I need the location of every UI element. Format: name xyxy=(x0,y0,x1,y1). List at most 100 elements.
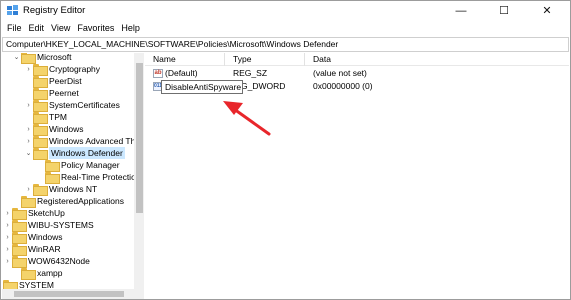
tree-item-label: SketchUp xyxy=(28,208,65,218)
tree-item-registeredapplications[interactable]: RegisteredApplications xyxy=(12,195,124,208)
maximize-icon: ☐ xyxy=(499,5,509,17)
address-bar[interactable]: Computer\HKEY_LOCAL_MACHINE\SOFTWARE\Pol… xyxy=(2,37,569,52)
window-title: Registry Editor xyxy=(23,5,86,16)
close-button[interactable]: ✕ xyxy=(525,1,569,20)
menu-view[interactable]: View xyxy=(49,23,75,33)
tree-item-label: Windows Defender xyxy=(49,147,125,159)
value-name: (Default) xyxy=(165,68,198,78)
folder-icon xyxy=(45,172,60,184)
tree-item-windows-nt[interactable]: › Windows NT xyxy=(24,183,98,196)
collapsed-chevron-icon[interactable]: › xyxy=(3,255,12,267)
tree-item-windows[interactable]: › Windows xyxy=(24,123,84,136)
menu-help[interactable]: Help xyxy=(119,23,145,33)
value-data: 0x00000000 (0) xyxy=(313,81,373,91)
tree-item-label: Windows Advanced Th xyxy=(49,136,134,146)
expanded-chevron-icon[interactable]: ⌄ xyxy=(12,53,21,63)
tree-item-wow6432node[interactable]: › WOW6432Node xyxy=(3,255,90,268)
value-type: REG_SZ xyxy=(233,68,268,78)
column-header-name[interactable]: Name xyxy=(145,53,225,66)
tree-item-real-time-protection[interactable]: Real-Time Protectio xyxy=(45,171,134,184)
tree-hscroll-thumb[interactable] xyxy=(14,291,124,297)
tree-item-tpm[interactable]: TPM xyxy=(33,111,67,124)
tree-item-systemcertificates[interactable]: › SystemCertificates xyxy=(24,99,120,112)
menu-favorites[interactable]: Favorites xyxy=(75,23,119,33)
tree-item-label: Windows NT xyxy=(49,184,98,194)
tree-item-label: WOW6432Node xyxy=(28,256,90,266)
column-header-type[interactable]: Type xyxy=(225,53,305,66)
folder-icon xyxy=(33,124,48,136)
registry-editor-icon xyxy=(7,5,18,15)
collapsed-chevron-icon[interactable]: › xyxy=(24,63,33,75)
tree-item-xampp[interactable]: xampp xyxy=(12,267,63,280)
menu-file[interactable]: File xyxy=(5,23,27,33)
tree-item-label: Policy Manager xyxy=(61,160,120,170)
menu-edit[interactable]: Edit xyxy=(27,23,50,33)
tree-item-label: PeerDist xyxy=(49,76,82,86)
folder-icon xyxy=(33,100,48,112)
tree-item-system[interactable]: › SYSTEM xyxy=(2,279,54,289)
collapsed-chevron-icon[interactable]: › xyxy=(24,99,33,111)
collapsed-chevron-icon[interactable]: › xyxy=(3,243,12,255)
folder-icon xyxy=(12,232,27,244)
expanded-chevron-icon[interactable]: ⌄ xyxy=(24,147,33,159)
tree-item-label: Microsoft xyxy=(37,53,72,62)
tree-item-peerdist[interactable]: PeerDist xyxy=(33,75,82,88)
tree-item-label: RegisteredApplications xyxy=(37,196,124,206)
collapsed-chevron-icon[interactable]: › xyxy=(24,135,33,147)
folder-icon xyxy=(33,136,48,148)
maximize-button[interactable]: ☐ xyxy=(482,1,526,20)
tree-item-label: SYSTEM xyxy=(19,280,54,289)
minimize-button[interactable]: — xyxy=(439,1,483,20)
folder-icon xyxy=(33,76,48,88)
value-type: G_DWORD xyxy=(241,81,286,91)
tree-item-sketchup[interactable]: › SketchUp xyxy=(3,207,65,220)
tree-item-label: xampp xyxy=(37,268,63,278)
tree-item-policy-manager[interactable]: Policy Manager xyxy=(45,159,120,172)
collapsed-chevron-icon[interactable]: › xyxy=(24,123,33,135)
tree-item-winrar[interactable]: › WinRAR xyxy=(3,243,61,256)
tree-item-wibu-systems[interactable]: › WIBU-SYSTEMS xyxy=(3,219,94,232)
tree-item-label: Windows xyxy=(28,232,63,242)
tree-item-microsoft[interactable]: ⌄ Microsoft xyxy=(12,53,72,64)
folder-icon xyxy=(33,184,48,196)
folder-icon xyxy=(33,88,48,100)
folder-icon xyxy=(12,220,27,232)
tree-horizontal-scrollbar[interactable] xyxy=(2,289,144,299)
tree-item-label: Real-Time Protectio xyxy=(61,172,134,182)
folder-icon xyxy=(3,280,18,289)
title-bar: Registry Editor — ☐ ✕ xyxy=(1,1,570,20)
folder-icon xyxy=(21,196,36,208)
registry-editor-window: Registry Editor — ☐ ✕ File Edit View Fav… xyxy=(0,0,571,300)
tree-item-windows-defender[interactable]: ⌄ Windows Defender xyxy=(24,147,125,160)
collapsed-chevron-icon[interactable]: › xyxy=(24,183,33,195)
collapsed-chevron-icon[interactable]: › xyxy=(3,207,12,219)
tree-item-label: Cryptography xyxy=(49,64,101,74)
tree-item-label: Windows xyxy=(49,124,84,134)
menu-bar: File Edit View Favorites Help xyxy=(1,20,570,36)
tree-item-label: WinRAR xyxy=(28,244,61,254)
folder-icon xyxy=(33,148,48,160)
tree-item-peernet[interactable]: Peernet xyxy=(33,87,79,100)
value-data: (value not set) xyxy=(313,68,367,78)
rename-value-input[interactable]: DisableAntiSpyware xyxy=(161,80,243,94)
folder-icon xyxy=(12,256,27,268)
column-header-data[interactable]: Data xyxy=(305,53,465,66)
tree-item-cryptography[interactable]: › Cryptography xyxy=(24,63,101,76)
tree-item-label: Peernet xyxy=(49,88,79,98)
tree-item-label: SystemCertificates xyxy=(49,100,120,110)
collapsed-chevron-icon[interactable]: › xyxy=(3,231,12,243)
tree-item-windows-root[interactable]: › Windows xyxy=(3,231,63,244)
string-value-icon: ab xyxy=(153,69,163,78)
close-icon: ✕ xyxy=(542,5,552,17)
tree-item-windows-advanced-threat[interactable]: › Windows Advanced Th xyxy=(24,135,134,148)
value-row-default[interactable]: ab (Default) REG_SZ (value not set) xyxy=(145,67,569,80)
folder-icon xyxy=(33,64,48,76)
tree-item-label: TPM xyxy=(49,112,67,122)
minimize-icon: — xyxy=(455,4,467,17)
column-headers: Name Type Data xyxy=(145,53,569,66)
tree-scroll-thumb[interactable] xyxy=(136,63,143,213)
registry-tree: ⌄ Microsoft › Cryptography PeerDist Peer… xyxy=(2,53,134,289)
collapsed-chevron-icon[interactable]: › xyxy=(3,219,12,231)
folder-icon xyxy=(12,208,27,220)
folder-icon xyxy=(33,112,48,124)
